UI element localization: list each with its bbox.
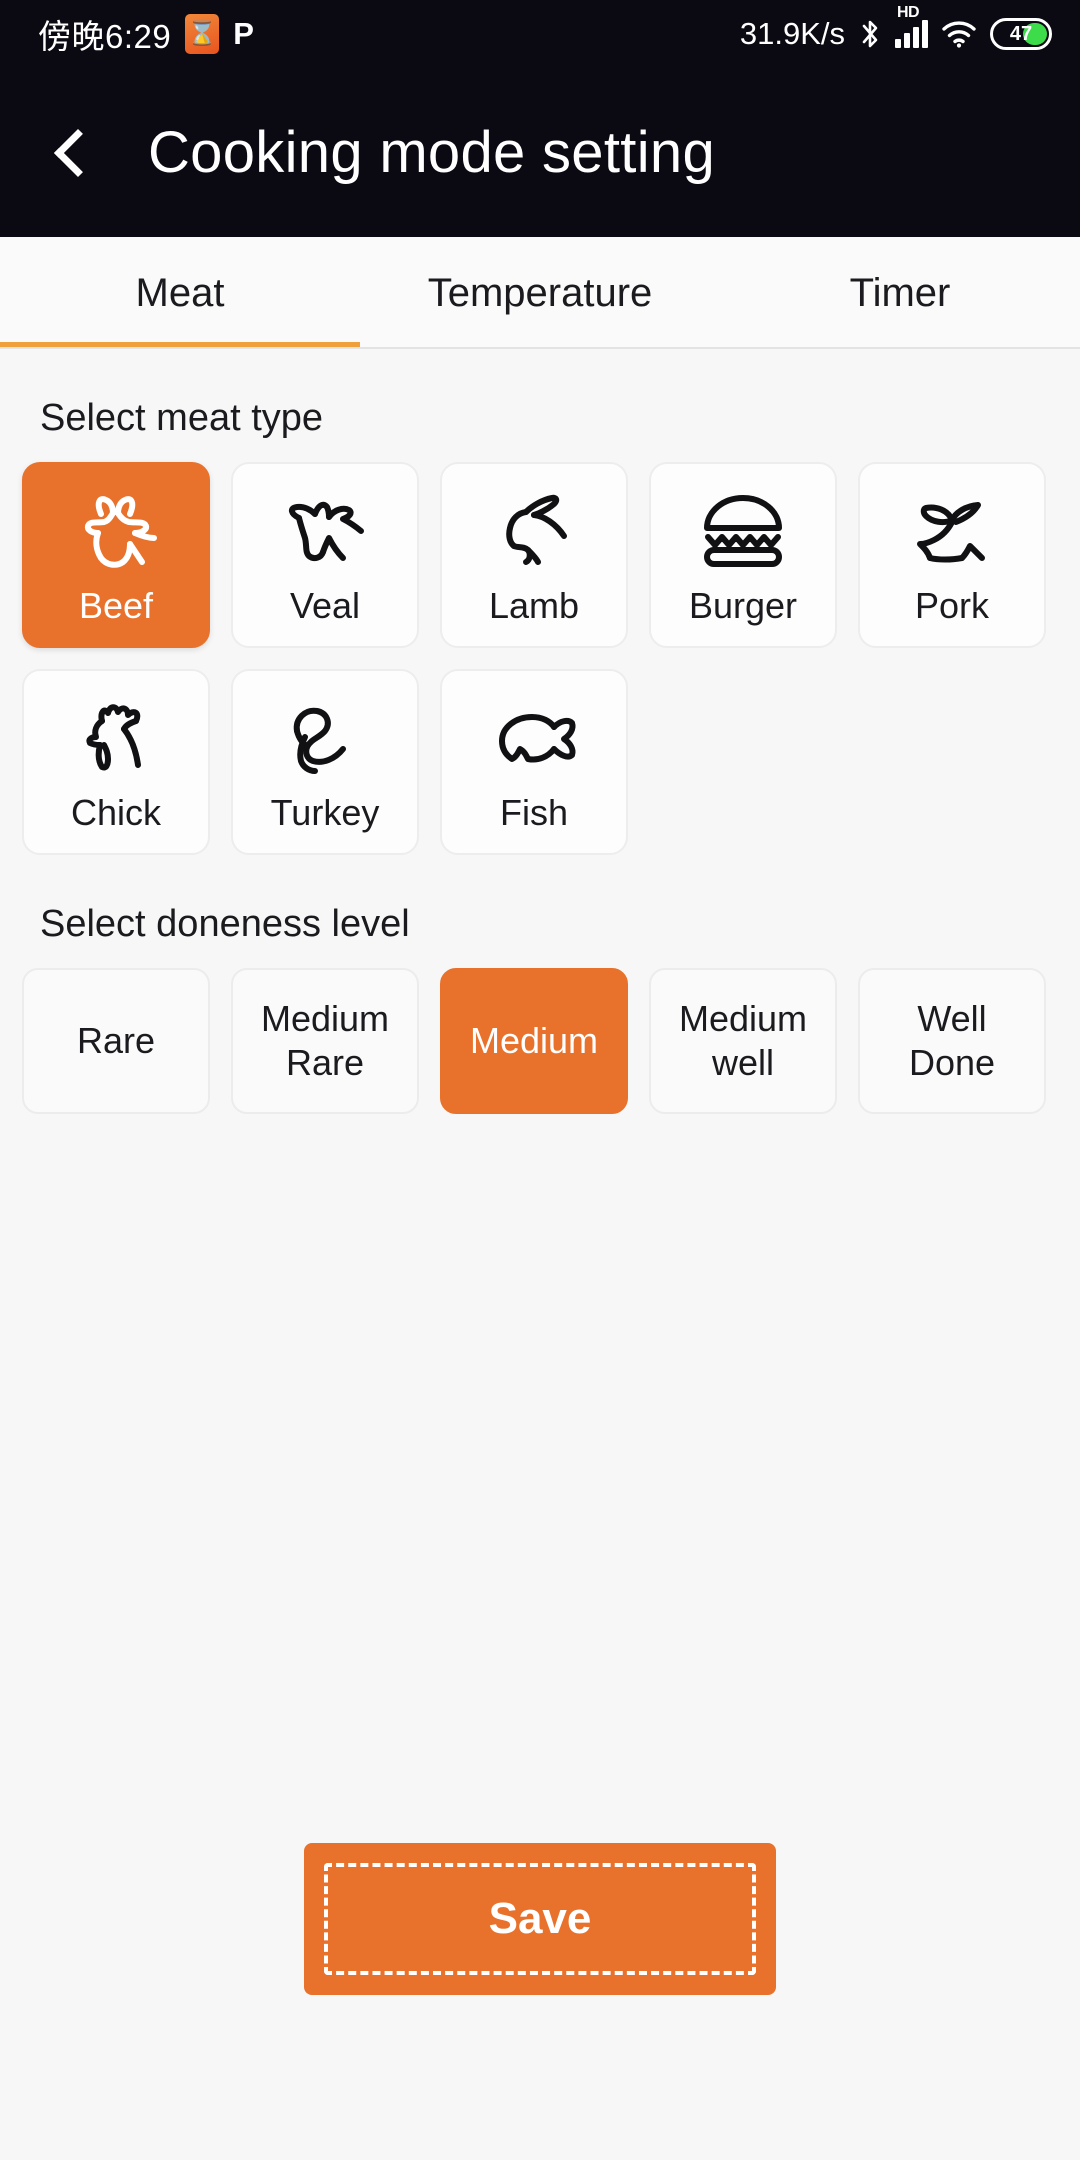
burger-icon bbox=[691, 483, 795, 579]
app-screen: 傍晚6:29 ⌛ P 31.9K/s HD 47 Cooking mode se… bbox=[0, 0, 1080, 2160]
meat-type-grid: Beef Veal Lamb Burger Pork Chick Turkey … bbox=[22, 462, 1058, 855]
status-time: 傍晚6:29 bbox=[38, 18, 172, 55]
save-button-label: Save bbox=[488, 1894, 592, 1943]
network-speed-label: 31.9K/s bbox=[739, 16, 845, 51]
calf-head-icon bbox=[273, 483, 377, 579]
chevron-left-icon bbox=[53, 128, 103, 177]
tab-bar: Meat Temperature Timer bbox=[0, 237, 1080, 349]
meat-card-label: Lamb bbox=[488, 585, 580, 626]
meat-card-label: Beef bbox=[78, 585, 154, 626]
p-icon: P bbox=[233, 16, 254, 51]
lamb-head-icon bbox=[482, 483, 586, 579]
meat-card-pork[interactable]: Pork bbox=[858, 462, 1046, 648]
doneness-section-label: Select doneness level bbox=[40, 903, 410, 945]
status-bar-right: 31.9K/s HD 47 bbox=[739, 4, 1052, 52]
meat-card-lamb[interactable]: Lamb bbox=[440, 462, 628, 648]
footer: Save bbox=[0, 1843, 1080, 1995]
meat-card-label: Pork bbox=[914, 585, 990, 626]
fish-icon bbox=[482, 690, 586, 786]
page-title: Cooking mode setting bbox=[148, 120, 715, 185]
meat-section-label: Select meat type bbox=[40, 397, 324, 439]
status-bar-left: 傍晚6:29 ⌛ P bbox=[38, 10, 254, 58]
doneness-card-well-done[interactable]: Well Done bbox=[858, 968, 1046, 1114]
back-button[interactable] bbox=[42, 116, 103, 190]
meat-card-label: Fish bbox=[499, 792, 568, 833]
battery-icon: 47 bbox=[990, 18, 1052, 50]
doneness-card-medium[interactable]: Medium bbox=[440, 968, 628, 1114]
meat-card-turkey[interactable]: Turkey bbox=[231, 669, 419, 855]
tab-timer[interactable]: Timer bbox=[720, 237, 1080, 349]
rooster-head-icon bbox=[64, 690, 168, 786]
meat-card-veal[interactable]: Veal bbox=[231, 462, 419, 648]
meat-card-fish[interactable]: Fish bbox=[440, 669, 628, 855]
pig-icon bbox=[900, 483, 1004, 579]
doneness-grid: Rare Medium Rare Medium Medium well Well Do… bbox=[22, 968, 1058, 1114]
battery-level-label: 47 bbox=[1009, 23, 1033, 45]
meat-card-label: Turkey bbox=[270, 792, 380, 833]
meat-card-burger[interactable]: Burger bbox=[649, 462, 837, 648]
hourglass-icon: ⌛ bbox=[185, 14, 220, 54]
main-content: Select meat type Beef Veal Lamb Burger P… bbox=[0, 397, 1080, 1114]
tab-temperature[interactable]: Temperature bbox=[360, 237, 720, 349]
meat-card-label: Burger bbox=[688, 585, 798, 626]
status-bar: 傍晚6:29 ⌛ P 31.9K/s HD 47 bbox=[0, 0, 1080, 68]
signal-bars-icon: HD bbox=[895, 4, 928, 48]
save-button[interactable]: Save bbox=[304, 1843, 776, 1995]
doneness-card-medium-well[interactable]: Medium well bbox=[649, 968, 837, 1114]
turkey-icon bbox=[273, 690, 377, 786]
wifi-icon bbox=[941, 20, 977, 48]
meat-card-label: Veal bbox=[289, 585, 361, 626]
hd-label: HD bbox=[897, 4, 920, 21]
meat-card-chick[interactable]: Chick bbox=[22, 669, 210, 855]
active-tab-indicator bbox=[0, 342, 360, 349]
doneness-card-medium-rare[interactable]: Medium Rare bbox=[231, 968, 419, 1114]
tab-meat[interactable]: Meat bbox=[0, 237, 360, 349]
doneness-card-rare[interactable]: Rare bbox=[22, 968, 210, 1114]
bluetooth-icon bbox=[858, 18, 882, 50]
meat-card-beef[interactable]: Beef bbox=[22, 462, 210, 648]
title-bar: Cooking mode setting bbox=[0, 68, 1080, 237]
meat-card-label: Chick bbox=[70, 792, 162, 833]
cow-head-icon bbox=[64, 483, 168, 579]
